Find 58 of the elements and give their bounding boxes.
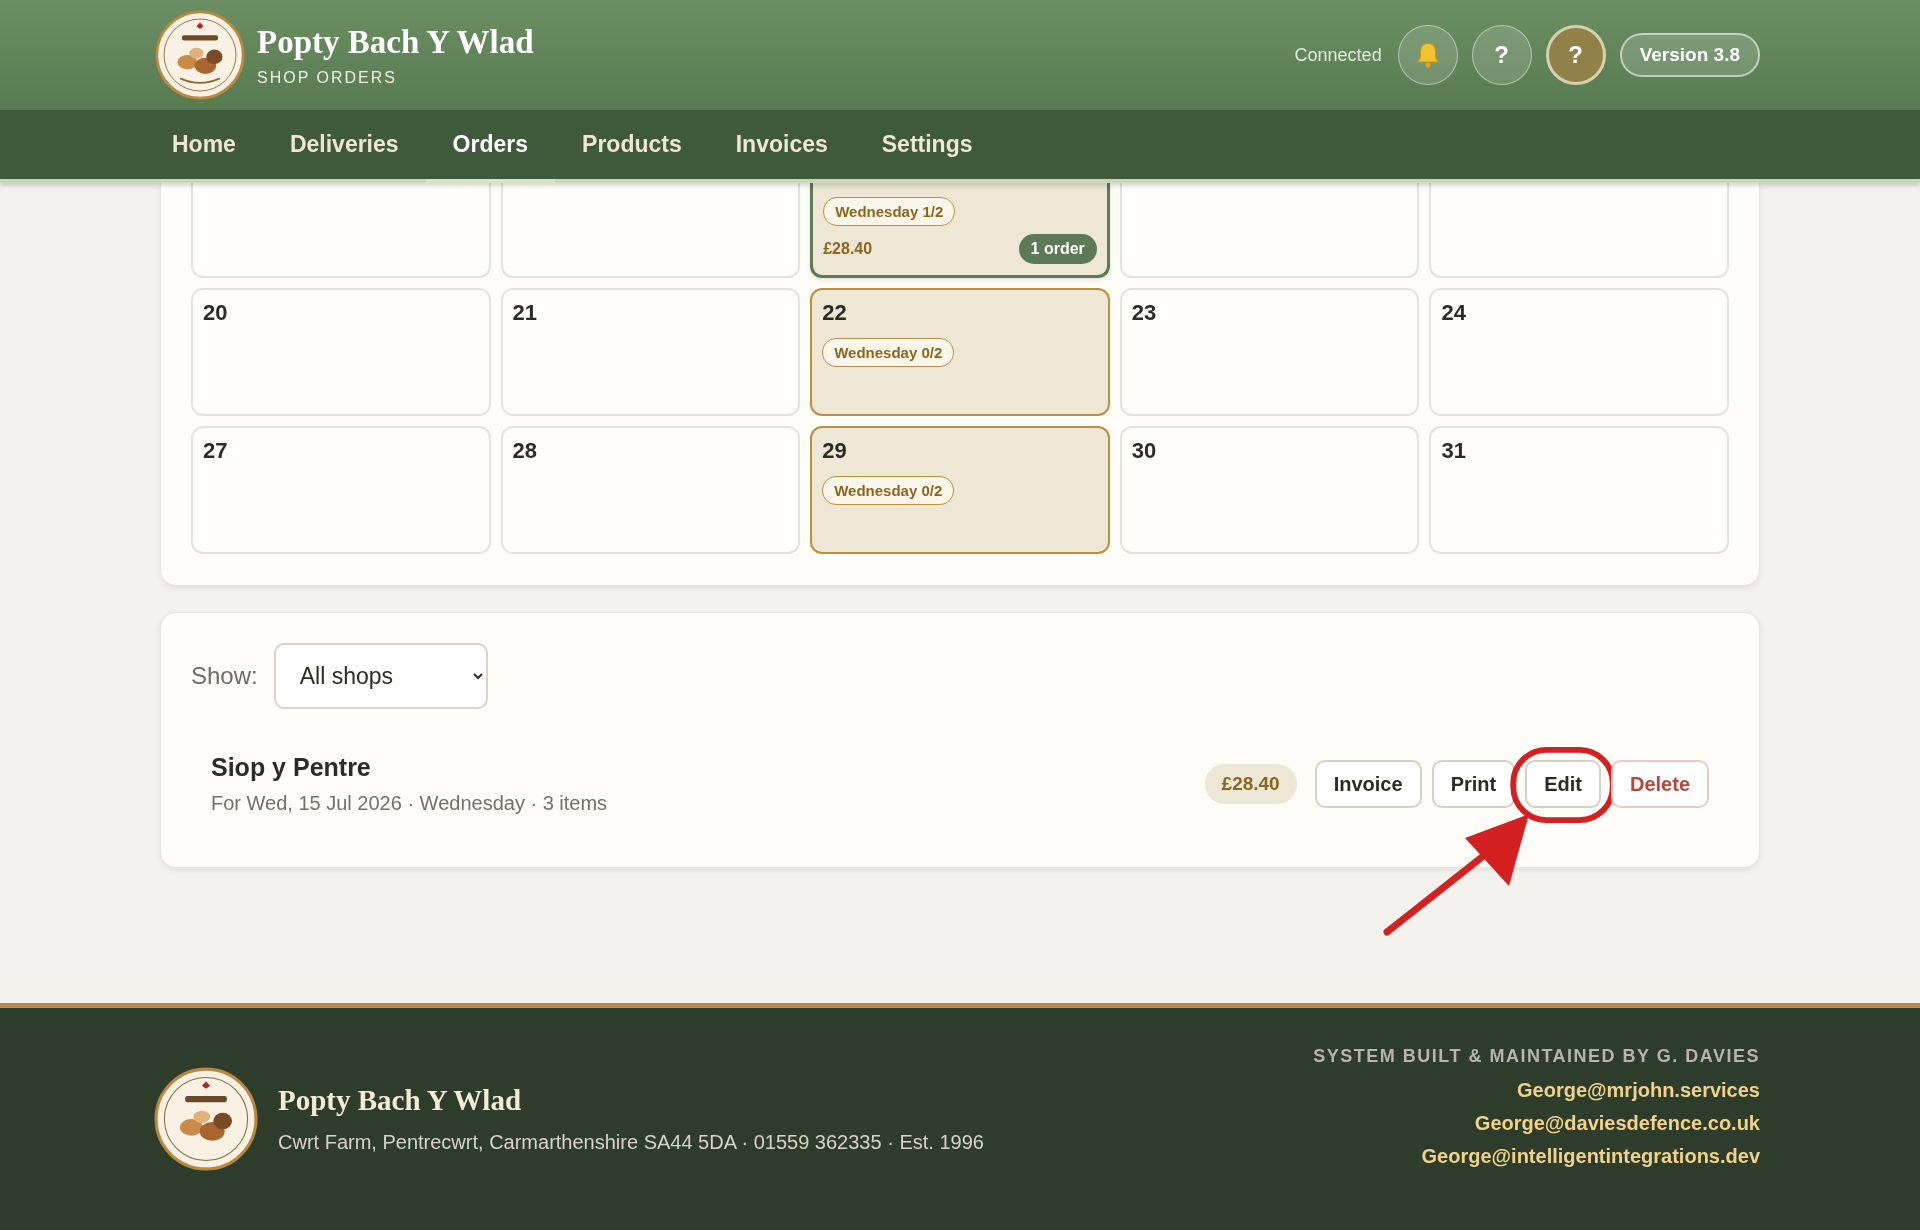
day-number: 31 <box>1441 438 1466 464</box>
calendar-day[interactable] <box>1119 183 1420 278</box>
calendar-day[interactable] <box>191 183 491 278</box>
shop-name: Siop y Pentre <box>211 753 372 782</box>
day-number: 27 <box>203 438 228 464</box>
email-link[interactable]: George@mrjohn.services <box>1517 1079 1760 1102</box>
day-number: 20 <box>203 300 228 326</box>
calendar-day[interactable]: 22 Wednesday 0/2 <box>810 288 1110 416</box>
day-number: 29 <box>822 438 847 464</box>
calendar-day[interactable] <box>1429 183 1729 278</box>
day-number: 22 <box>822 300 847 326</box>
day-number: 21 <box>512 300 538 326</box>
calendar-day[interactable]: 30 <box>1119 426 1420 554</box>
nav-tab[interactable]: Home <box>145 110 263 183</box>
user-avatar-button[interactable]: ? <box>1545 25 1606 85</box>
action-button[interactable]: Edit <box>1525 760 1601 808</box>
calendar-day[interactable]: 24 <box>1429 288 1729 416</box>
bakery-logo-icon <box>154 1067 258 1171</box>
day-number: 28 <box>512 438 538 464</box>
calendar-day[interactable]: 28 <box>500 426 801 554</box>
connection-status: Connected <box>1294 44 1382 66</box>
order-count-badge: 1 order <box>1018 234 1097 264</box>
calendar-day[interactable] <box>500 183 801 278</box>
nav-tab[interactable]: Settings <box>854 110 1000 183</box>
day-number: 30 <box>1131 438 1157 464</box>
email-link[interactable]: George@daviesdefence.co.uk <box>1474 1112 1760 1135</box>
order-total-badge: £28.40 <box>1204 764 1297 804</box>
bell-icon <box>1413 41 1442 69</box>
footer-title: Popty Bach Y Wlad <box>278 1084 523 1117</box>
app-subtitle: SHOP ORDERS <box>257 68 398 87</box>
calendar-day[interactable]: 27 <box>191 426 491 554</box>
day-number: 24 <box>1441 300 1466 326</box>
calendar-day[interactable]: Wednesday 1/2 £28.40 1 order <box>810 183 1110 278</box>
action-button[interactable]: Invoice <box>1314 760 1422 808</box>
calendar-day[interactable]: 31 <box>1429 426 1729 554</box>
day-number: 23 <box>1131 300 1157 326</box>
delivery-slot-tag: Wednesday 0/2 <box>822 476 955 505</box>
shop-select[interactable]: All shops <box>273 643 488 709</box>
calendar-day[interactable]: 29 Wednesday 0/2 <box>810 426 1110 554</box>
order-details: For Wed, 15 Jul 2026 · Wednesday · 3 items <box>211 792 608 815</box>
delete-button[interactable]: Delete <box>1610 760 1709 808</box>
footer-credit: SYSTEM BUILT & MAINTAINED BY G. DAVIES <box>1313 1046 1760 1067</box>
calendar-day[interactable]: 20 <box>191 288 491 416</box>
app-title: Popty Bach Y Wlad <box>257 23 534 61</box>
bakery-logo-icon <box>155 10 245 100</box>
filter-label: Show: <box>191 662 258 690</box>
nav-tab[interactable]: Invoices <box>708 110 855 183</box>
nav-tab[interactable]: Deliveries <box>262 110 426 183</box>
delivery-slot-tag: Wednesday 1/2 <box>823 197 956 226</box>
version-badge: Version 3.8 <box>1619 33 1760 77</box>
footer-address: Cwrt Farm, Pentrecwrt, Carmarthenshire SA44 5DA · 01559 362335 · Est. 1996 <box>278 1131 984 1154</box>
nav-tab[interactable]: Products <box>555 110 709 183</box>
delivery-slot-tag: Wednesday 0/2 <box>822 338 955 367</box>
email-link[interactable]: George@intelligentintegrations.dev <box>1421 1145 1760 1168</box>
calendar-day[interactable]: 21 <box>500 288 801 416</box>
day-total: £28.40 <box>823 240 873 258</box>
calendar-day[interactable]: 23 <box>1119 288 1420 416</box>
action-button[interactable]: Print <box>1431 760 1516 808</box>
